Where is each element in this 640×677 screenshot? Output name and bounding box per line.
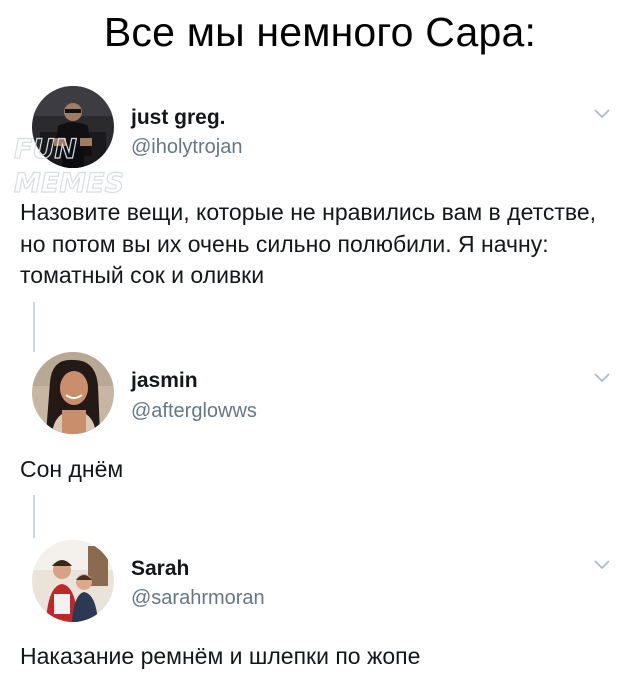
chevron-down-icon[interactable] (593, 559, 611, 571)
avatar[interactable] (32, 540, 114, 622)
watermark-line2: MEMES (14, 168, 124, 198)
meme-title: Все мы немного Сара: (103, 9, 537, 55)
user-handle[interactable]: @sarahrmoran (131, 587, 265, 610)
user-handle[interactable]: @afterglowws (131, 400, 257, 423)
chevron-down-icon[interactable] (593, 372, 611, 384)
tweet-text: Сон днём (20, 456, 124, 482)
tweet-text: Назовите вещи, которые не нравились вам … (20, 199, 597, 288)
chevron-down-icon[interactable] (593, 108, 611, 120)
display-name[interactable]: Sarah (131, 557, 189, 581)
user-handle[interactable]: @iholytrojan (131, 136, 242, 159)
thread-line (33, 302, 35, 352)
display-name[interactable]: jasmin (131, 369, 198, 393)
thread-line (33, 495, 35, 538)
avatar[interactable] (32, 352, 114, 434)
watermark-line1: FUN (14, 134, 77, 165)
watermark-logo: FUN MEMES (13, 133, 124, 198)
display-name[interactable]: just greg. (131, 106, 226, 130)
tweet-text: Наказание ремнём и шлепки по жопе (20, 643, 421, 669)
